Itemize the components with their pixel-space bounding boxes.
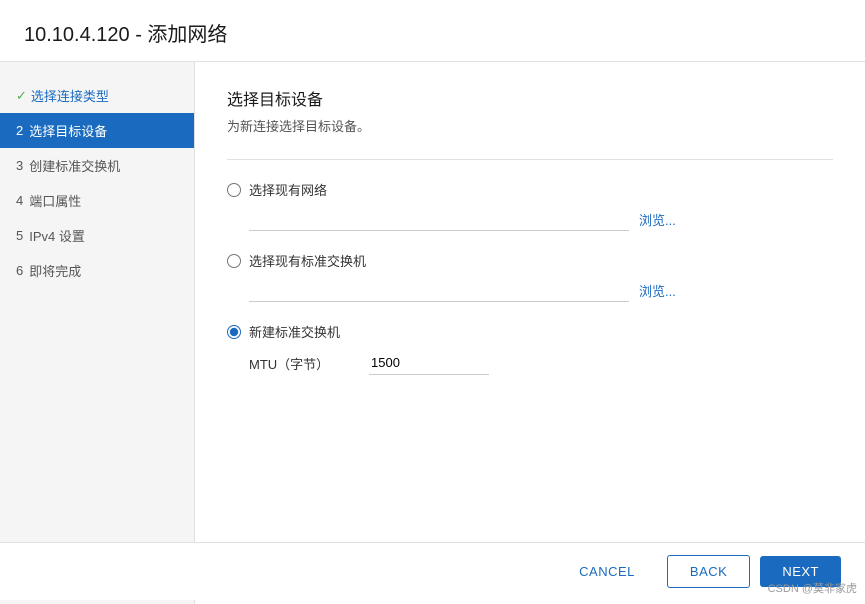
radio-label-new-switch[interactable]: 新建标准交换机 (227, 322, 833, 341)
sidebar-step3-label: 创建标准交换机 (29, 156, 120, 175)
sidebar-item-step2[interactable]: 2 选择目标设备 (0, 113, 194, 148)
divider-top (227, 159, 833, 160)
radio-input-existing-network[interactable] (227, 183, 241, 197)
sidebar: ✓ 选择连接类型 2 选择目标设备 3 创建标准交换机 4 端口属性 5 IPv… (0, 62, 195, 604)
radio-input-new-switch[interactable] (227, 325, 241, 339)
sidebar-item-step4[interactable]: 4 端口属性 (0, 183, 194, 218)
sidebar-step6-label: 即将完成 (29, 261, 81, 280)
sidebar-step5-label: IPv4 设置 (29, 226, 85, 245)
mtu-label: MTU（字节） (249, 354, 369, 373)
browse-link-existing-switch[interactable]: 浏览... (639, 281, 676, 300)
sidebar-step1-label: 选择连接类型 (31, 86, 109, 105)
step4-num: 4 (16, 193, 23, 208)
step2-num: 2 (16, 123, 23, 138)
content-subtitle: 为新连接选择目标设备。 (227, 116, 833, 135)
sidebar-item-step3[interactable]: 3 创建标准交换机 (0, 148, 194, 183)
existing-switch-input[interactable] (249, 278, 629, 302)
radio-text-existing-switch: 选择现有标准交换机 (249, 251, 366, 270)
content-area: 选择目标设备 为新连接选择目标设备。 选择现有网络 浏览... 选择现有标准交换… (195, 62, 865, 604)
step6-num: 6 (16, 263, 23, 278)
step5-num: 5 (16, 228, 23, 243)
radio-option-new-switch: 新建标准交换机 MTU（字节） (227, 322, 833, 375)
mtu-row: MTU（字节） (249, 351, 833, 375)
radio-input-existing-switch[interactable] (227, 254, 241, 268)
sidebar-step4-label: 端口属性 (29, 191, 81, 210)
watermark: CSDN @莫非家虎 (768, 580, 857, 596)
radio-label-existing-switch[interactable]: 选择现有标准交换机 (227, 251, 833, 270)
browse-row-existing-network: 浏览... (249, 207, 833, 231)
radio-option-existing-network: 选择现有网络 浏览... (227, 180, 833, 231)
main-layout: ✓ 选择连接类型 2 选择目标设备 3 创建标准交换机 4 端口属性 5 IPv… (0, 62, 865, 604)
existing-network-input[interactable] (249, 207, 629, 231)
radio-text-new-switch: 新建标准交换机 (249, 322, 340, 341)
radio-text-existing-network: 选择现有网络 (249, 180, 327, 199)
browse-row-existing-switch: 浏览... (249, 278, 833, 302)
content-title: 选择目标设备 (227, 86, 833, 110)
footer: CANCEL BACK NEXT (0, 542, 865, 600)
page-title: 10.10.4.120 - 添加网络 (0, 0, 865, 62)
browse-link-existing-network[interactable]: 浏览... (639, 210, 676, 229)
radio-label-existing-network[interactable]: 选择现有网络 (227, 180, 833, 199)
sidebar-step2-label: 选择目标设备 (29, 121, 107, 140)
mtu-input[interactable] (369, 351, 489, 375)
sidebar-item-step5[interactable]: 5 IPv4 设置 (0, 218, 194, 253)
sidebar-item-step1[interactable]: ✓ 选择连接类型 (0, 78, 194, 113)
sidebar-item-step6[interactable]: 6 即将完成 (0, 253, 194, 288)
check-icon-step1: ✓ (16, 88, 27, 104)
radio-option-existing-switch: 选择现有标准交换机 浏览... (227, 251, 833, 302)
cancel-button[interactable]: CANCEL (557, 556, 657, 587)
step3-num: 3 (16, 158, 23, 173)
back-button[interactable]: BACK (667, 555, 750, 588)
